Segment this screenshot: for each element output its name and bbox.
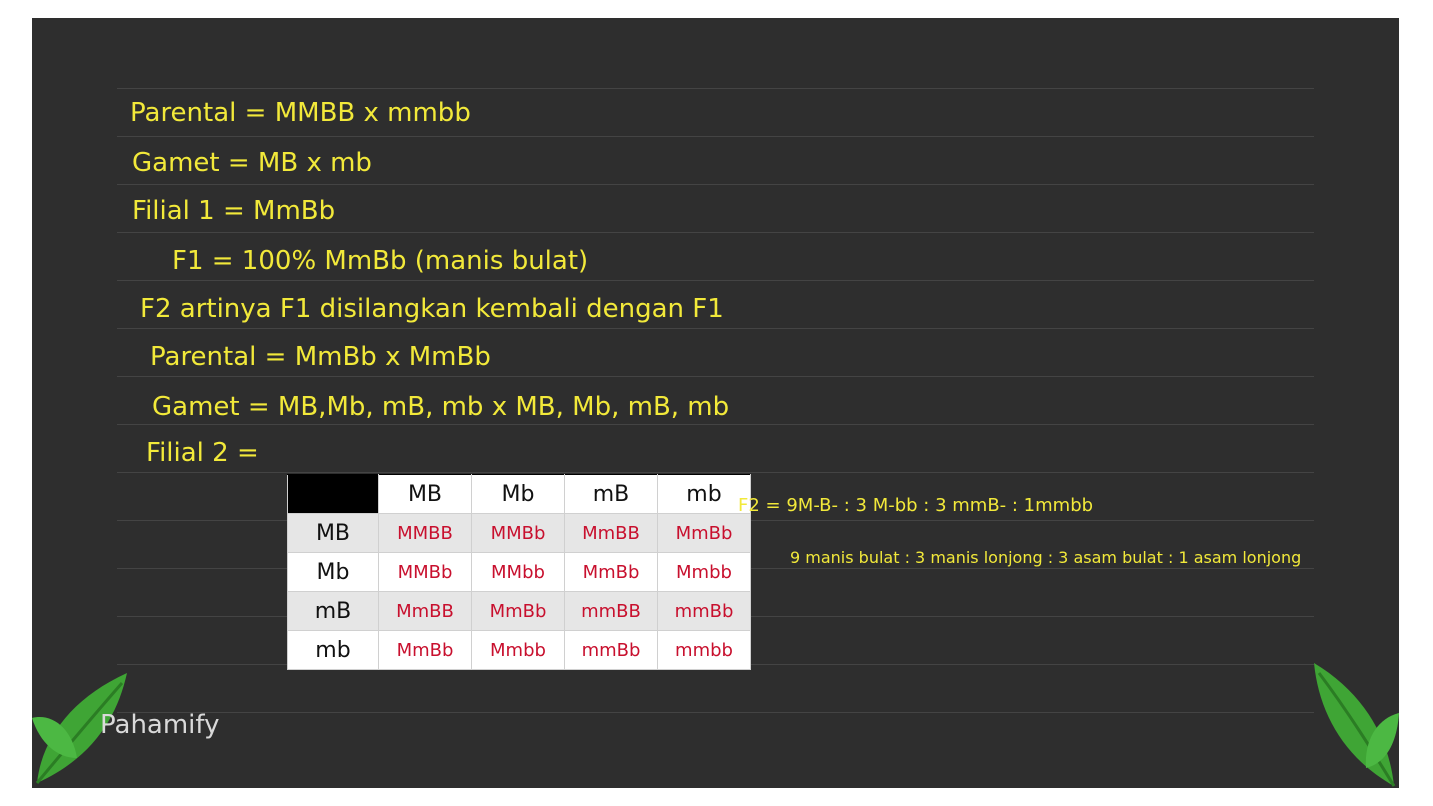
punnett-cell: mmBb: [657, 591, 751, 631]
punnett-row: MB MMBB MMBb MmBB MmBb: [287, 513, 751, 553]
line-gamet-1: Gamet = MB x mb: [132, 148, 372, 178]
punnett-cell: MMBb: [378, 552, 472, 592]
punnett-cell: MmBb: [564, 552, 658, 592]
punnett-cell: MMBb: [471, 513, 565, 553]
punnett-col-header: Mb: [471, 474, 565, 514]
punnett-row: mb MmBb Mmbb mmBb mmbb: [287, 630, 751, 670]
line-parental-1: Parental = MMBB x mmbb: [130, 98, 471, 128]
punnett-cell: mmbb: [657, 630, 751, 670]
ruled-line: [117, 472, 1314, 473]
blackboard: Parental = MMBB x mmbb Gamet = MB x mb F…: [32, 18, 1399, 788]
punnett-row-header: Mb: [287, 552, 379, 592]
ruled-line: [117, 232, 1314, 233]
line-f2-explanation: F2 artinya F1 disilangkan kembali dengan…: [140, 294, 724, 324]
leaf-right-icon: [1314, 663, 1399, 787]
f2-genotype-ratio: F2 = 9M-B- : 3 M-bb : 3 mmB- : 1mmbb: [738, 495, 1094, 516]
punnett-header-row: MB Mb mB mb: [287, 474, 751, 514]
punnett-cell: MmBB: [564, 513, 658, 553]
punnett-square: MB Mb mB mb MB MMBB MMBb MmBB MmBb Mb MM…: [287, 474, 751, 670]
ruled-line: [117, 88, 1314, 89]
ruled-line: [117, 136, 1314, 137]
punnett-cell: MmBB: [378, 591, 472, 631]
line-parental-2: Parental = MmBb x MmBb: [150, 342, 491, 372]
f2-phenotype-ratio: 9 manis bulat : 3 manis lonjong : 3 asam…: [790, 548, 1302, 567]
line-filial-1: Filial 1 = MmBb: [132, 196, 336, 226]
punnett-row-header: mB: [287, 591, 379, 631]
ruled-line: [117, 328, 1314, 329]
punnett-cell: MmBb: [471, 591, 565, 631]
ruled-line: [117, 376, 1314, 377]
punnett-cell: mmBb: [564, 630, 658, 670]
punnett-cell: mmBB: [564, 591, 658, 631]
line-f1-result: F1 = 100% MmBb (manis bulat): [172, 246, 589, 276]
punnett-row: mB MmBB MmBb mmBB mmBb: [287, 591, 751, 631]
line-gamet-2: Gamet = MB,Mb, mB, mb x MB, Mb, mB, mb: [152, 392, 730, 422]
ruled-line: [117, 424, 1314, 425]
punnett-col-header: MB: [378, 474, 472, 514]
punnett-row-header: mb: [287, 630, 379, 670]
punnett-cell: MMbb: [471, 552, 565, 592]
punnett-cell: Mmbb: [471, 630, 565, 670]
punnett-row: Mb MMBb MMbb MmBb Mmbb: [287, 552, 751, 592]
pahamify-logo: Pahamify: [100, 710, 220, 740]
punnett-cell: MmBb: [657, 513, 751, 553]
punnett-row-header: MB: [287, 513, 379, 553]
punnett-corner: [287, 474, 379, 514]
line-filial-2: Filial 2 =: [146, 438, 259, 468]
punnett-col-header: mB: [564, 474, 658, 514]
punnett-cell: Mmbb: [657, 552, 751, 592]
punnett-cell: MMBB: [378, 513, 472, 553]
ruled-line: [117, 712, 1314, 713]
punnett-cell: MmBb: [378, 630, 472, 670]
ruled-line: [117, 280, 1314, 281]
punnett-col-header: mb: [657, 474, 751, 514]
ruled-line: [117, 184, 1314, 185]
